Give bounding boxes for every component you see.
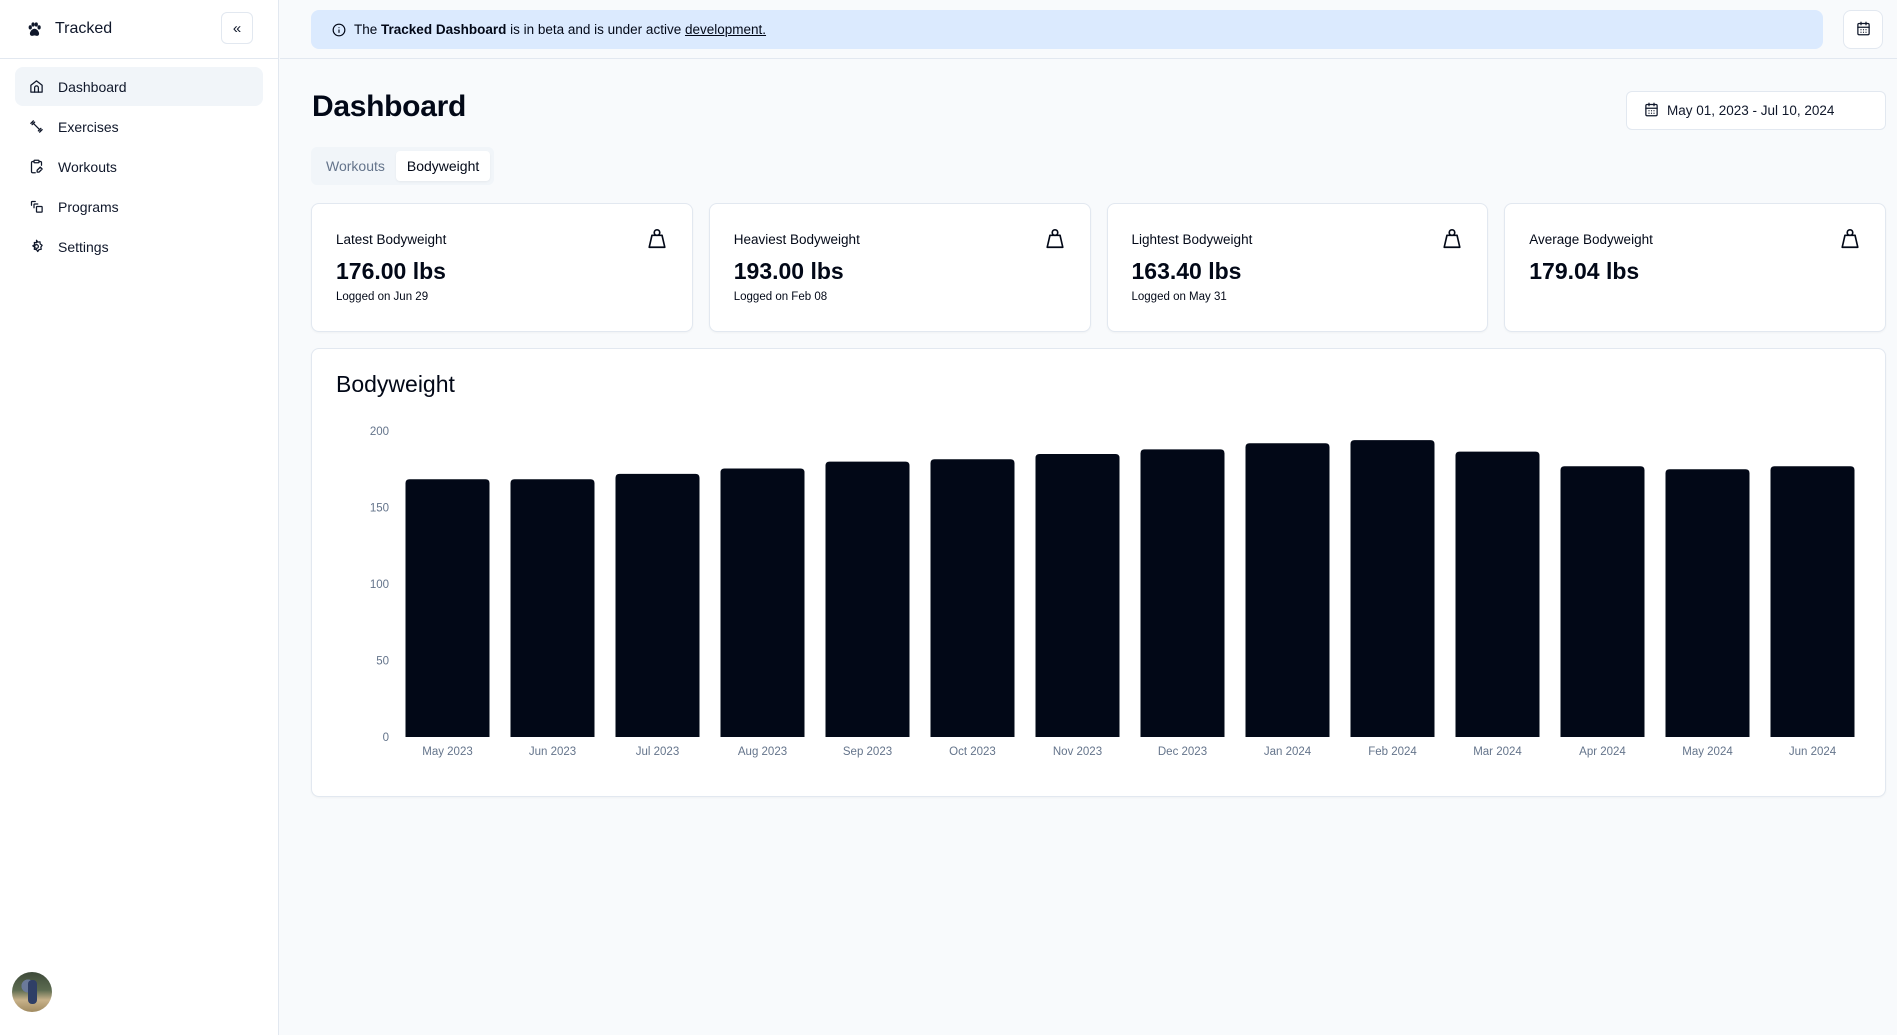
tab-workouts[interactable]: Workouts [315,151,396,181]
sidebar-item-label: Exercises [58,118,119,135]
x-tick-label: Aug 2023 [738,746,787,758]
y-tick-label: 100 [370,579,389,591]
bar-jan-2024[interactable] [1245,443,1330,737]
stat-card-average: Average Bodyweight 179.04 lbs [1504,203,1886,332]
x-tick-label: May 2023 [422,746,473,758]
bodyweight-chart-card: Bodyweight 0 50 100 150 200 May 2023 Jun 2023 J… [311,348,1886,797]
bar-jun-2024[interactable] [1770,466,1855,737]
weight-icon [1441,228,1463,250]
bar-may-2023[interactable] [405,479,490,737]
stat-value: 163.40 lbs [1131,258,1242,284]
banner-middle: is in beta and is under active [510,22,682,37]
stat-card-heaviest: Heaviest Bodyweight 193.00 lbs Logged on… [708,203,1091,332]
weight-icon [646,228,668,250]
programs-icon [28,199,44,215]
clipboard-edit-icon [28,159,44,175]
sidebar-item-label: Programs [58,198,119,215]
x-tick-label: Nov 2023 [1053,746,1102,758]
development-link[interactable]: development. [685,22,766,37]
bar-jun-2023[interactable] [510,479,595,737]
sidebar: Tracked « Dashboard Exercises Workouts P… [0,0,279,1035]
tab-bodyweight[interactable]: Bodyweight [395,151,491,181]
banner-prefix: The [354,22,378,37]
paw-icon [26,21,43,38]
stat-label: Heaviest Bodyweight [733,232,860,247]
calendar-icon [1644,102,1659,120]
stat-label: Average Bodyweight [1529,232,1653,247]
sidebar-item-dashboard[interactable]: Dashboard [15,67,263,106]
date-range-value: May 01, 2023 - Jul 10, 2024 [1667,103,1835,118]
banner-bold: Tracked Dashboard [381,22,507,37]
stat-sub: Logged on Jun 29 [336,291,429,303]
stat-sub: Logged on May 31 [1131,291,1227,303]
home-icon [28,79,44,95]
date-range-picker[interactable]: May 01, 2023 - Jul 10, 2024 [1626,91,1886,130]
stat-cards: Latest Bodyweight 176.00 lbs Logged on J… [311,203,1886,332]
app-name: Tracked [55,20,113,37]
stat-label: Lightest Bodyweight [1131,232,1253,247]
sidebar-nav: Dashboard Exercises Workouts Programs Se… [0,59,278,275]
bar-oct-2023[interactable] [930,459,1015,737]
y-tick-label: 0 [383,732,389,744]
sidebar-item-label: Settings [58,238,109,255]
x-tick-label: May 2024 [1682,746,1733,758]
sidebar-item-programs[interactable]: Programs [15,187,263,226]
stat-sub: Logged on Feb 08 [733,291,828,303]
x-tick-label: Jan 2024 [1264,746,1312,758]
stat-value: 193.00 lbs [733,258,844,284]
x-tick-label: Feb 2024 [1368,746,1417,758]
x-tick-label: Mar 2024 [1473,746,1522,758]
stat-label: Latest Bodyweight [336,232,447,247]
page-title: Dashboard [312,90,466,123]
info-icon [332,23,346,37]
bodyweight-bar-chart: 0 50 100 150 200 May 2023 Jun 2023 Jul 2023 Aug … [370,426,1855,758]
bar-aug-2023[interactable] [720,468,805,737]
bar-nov-2023[interactable] [1035,453,1120,737]
stat-card-latest: Latest Bodyweight 176.00 lbs Logged on J… [311,203,693,332]
main-content: Dashboard May 01, 2023 - Jul 10, 2024 Wo… [280,60,1897,1035]
x-tick-label: Sep 2023 [843,746,892,758]
bar-mar-2024[interactable] [1455,451,1540,737]
stat-value: 176.00 lbs [336,258,446,284]
stat-card-lightest: Lightest Bodyweight 163.40 lbs Logged on… [1106,203,1489,332]
brand[interactable]: Tracked [26,20,112,38]
x-tick-label: Jul 2023 [636,746,679,758]
sidebar-item-label: Dashboard [58,78,127,95]
bar-feb-2024[interactable] [1350,440,1435,737]
bar-dec-2023[interactable] [1140,449,1225,737]
sidebar-item-settings[interactable]: Settings [15,227,263,266]
bar-sep-2023[interactable] [825,461,910,737]
bar-apr-2024[interactable] [1560,466,1645,737]
y-tick-label: 200 [370,426,389,438]
calendar-icon [1856,21,1871,39]
dumbbell-icon [28,119,44,135]
banner-text: The Tracked Dashboard is in beta and is … [354,22,766,37]
dashboard-tabs: Workouts Bodyweight [311,147,495,185]
y-tick-label: 50 [376,656,389,668]
sidebar-item-label: Workouts [58,158,117,175]
x-tick-label: Apr 2024 [1579,746,1626,758]
sidebar-item-exercises[interactable]: Exercises [15,107,263,146]
x-tick-label: Jun 2024 [1789,746,1837,758]
y-tick-label: 150 [370,503,389,515]
weight-icon [1839,228,1861,250]
chevrons-left-icon: « [232,19,242,37]
gear-icon [28,239,44,255]
user-avatar[interactable] [12,972,52,1012]
topbar: The Tracked Dashboard is in beta and is … [280,0,1897,59]
collapse-sidebar-button[interactable]: « [221,12,253,44]
sidebar-item-workouts[interactable]: Workouts [15,147,263,186]
x-tick-label: Oct 2023 [949,746,996,758]
calendar-button[interactable] [1843,10,1883,49]
bar-jul-2023[interactable] [615,473,700,737]
x-tick-label: Jun 2023 [529,746,576,758]
stat-value: 179.04 lbs [1529,258,1640,284]
weight-icon [1044,228,1066,250]
beta-banner: The Tracked Dashboard is in beta and is … [311,10,1823,49]
sidebar-header: Tracked « [0,0,278,59]
x-tick-label: Dec 2023 [1158,746,1207,758]
bar-may-2024[interactable] [1665,469,1750,737]
